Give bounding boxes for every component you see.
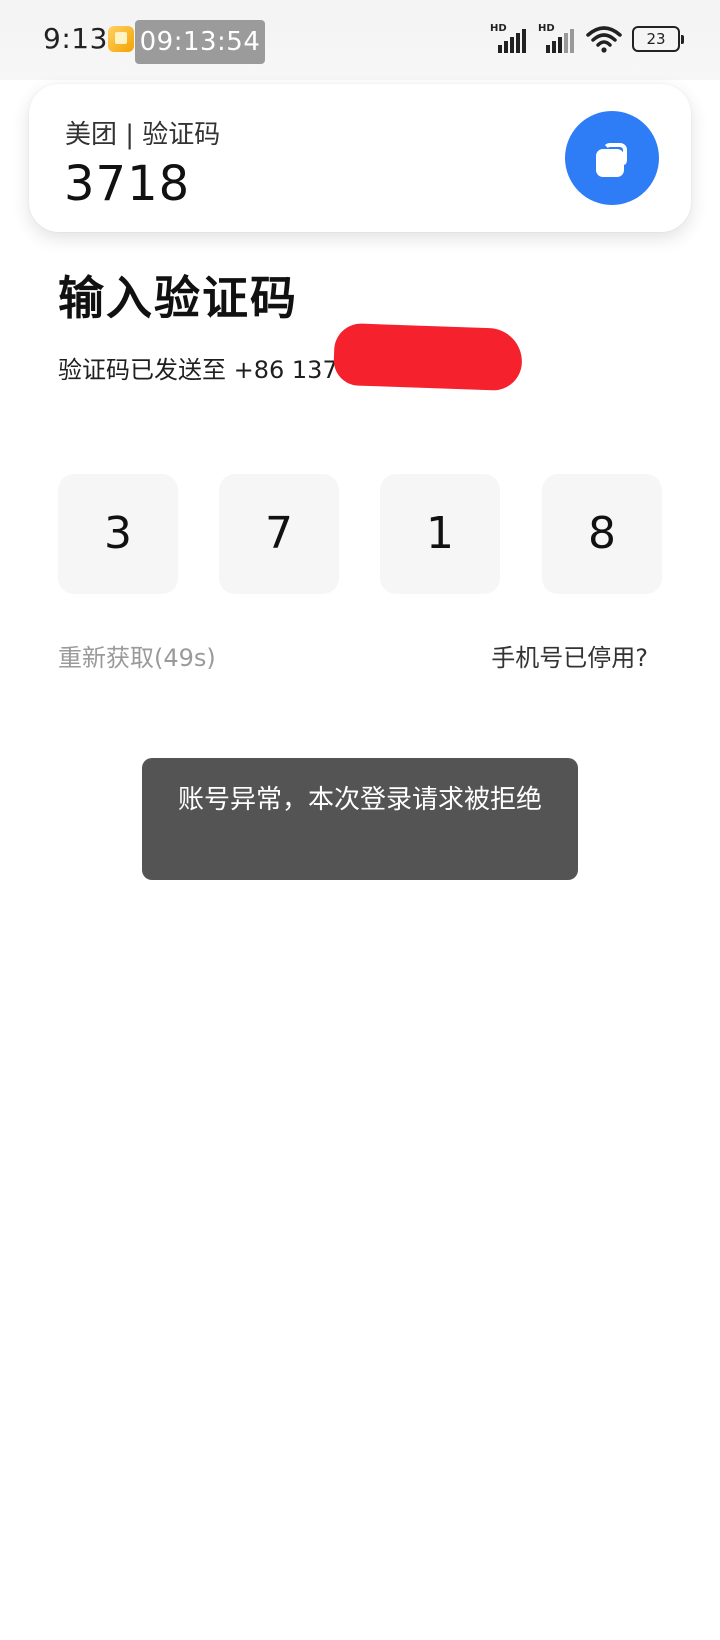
resend-countdown: 重新获取(49s) bbox=[58, 644, 216, 672]
phone-disabled-link[interactable]: 手机号已停用? bbox=[491, 638, 648, 673]
signal-hd-icon: HD bbox=[538, 23, 576, 55]
code-digit-box[interactable]: 3 bbox=[58, 474, 178, 594]
verification-notification-card[interactable]: 美团 | 验证码 3718 bbox=[29, 84, 691, 232]
code-digit-box[interactable]: 7 bbox=[219, 474, 339, 594]
wifi-icon bbox=[586, 25, 622, 53]
recording-timer: 09:13:54 bbox=[135, 20, 265, 64]
code-digit-box[interactable]: 1 bbox=[380, 474, 500, 594]
screen: 9:13 09:13:54 HD HD 23 美团 | 验证码 3718 输入验… bbox=[0, 0, 720, 1640]
status-icons: HD HD 23 bbox=[490, 22, 684, 56]
page-title: 输入验证码 bbox=[58, 271, 298, 325]
status-bar: 9:13 09:13:54 HD HD 23 bbox=[0, 0, 720, 80]
app-notification-icon bbox=[108, 26, 134, 52]
signal-hd-icon: HD bbox=[490, 23, 528, 55]
redaction-mark bbox=[332, 322, 524, 392]
code-input-group[interactable]: 3 7 1 8 bbox=[58, 474, 662, 594]
error-toast: 账号异常，本次登录请求被拒绝 bbox=[142, 758, 578, 880]
notification-source: 美团 | 验证码 bbox=[65, 120, 221, 150]
battery-icon: 23 bbox=[632, 26, 684, 52]
status-time: 9:13 bbox=[43, 22, 108, 55]
code-digit-box[interactable]: 8 bbox=[542, 474, 662, 594]
copy-code-button[interactable] bbox=[565, 111, 659, 205]
copy-icon-front bbox=[596, 149, 624, 177]
sent-to-text: 验证码已发送至 +86 137 bbox=[58, 356, 338, 384]
notification-code: 3718 bbox=[64, 156, 191, 212]
